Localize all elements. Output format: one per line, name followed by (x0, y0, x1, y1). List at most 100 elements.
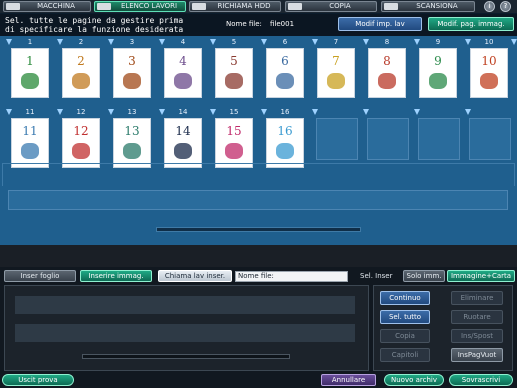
new-archive-button[interactable]: Nuovo archiv (384, 374, 444, 386)
page-number-label: 6 (282, 38, 288, 46)
insert-point-marker-icon[interactable] (414, 109, 420, 115)
page-thumbnail-slot[interactable]: 16 16 (261, 108, 309, 170)
page-thumbnail-panel: 1 1 2 2 3 3 4 4 5 5 6 6 7 7 8 8 9 9 10 10 11 11 12 12 13 13 14 14 1… (0, 36, 517, 245)
insert-point-marker-icon[interactable] (312, 109, 318, 115)
page-thumbnail-slot[interactable]: 10 10 (465, 38, 513, 100)
page-number-label: 3 (129, 38, 135, 46)
info-icon[interactable]: i (484, 1, 495, 12)
page-thumbnail[interactable]: 6 (266, 48, 304, 98)
page-thumbnail-slot[interactable]: 77 (312, 38, 360, 100)
page-number-label: 11 (25, 108, 35, 116)
help-icon[interactable]: ? (500, 1, 511, 12)
page-thumbnail-slot[interactable]: 12 12 (57, 108, 105, 170)
insert-sheet-tab[interactable]: Inser foglio (4, 270, 76, 282)
tab-scan-label: SCANSIONA (416, 2, 458, 10)
page-thumbnail[interactable]: 10 (470, 48, 508, 98)
page-thumbnail-number: 10 (481, 54, 497, 68)
page-thumbnail-slot[interactable]: 99 (414, 38, 462, 100)
page-thumbnail-number: 13 (124, 124, 140, 138)
insert-point-marker-icon[interactable] (465, 109, 471, 115)
image-edit-button[interactable]: Modif. pag. immag. (428, 17, 514, 31)
top-tab-bar: MACCHINA ELENCO LAVORI RICHIAMA HDD COPI… (0, 0, 517, 13)
exit-proof-button[interactable]: Uscit prova (2, 374, 74, 386)
page-thumbnail-number: 8 (383, 54, 391, 68)
insert-file-name-label: Nome file: (238, 272, 274, 280)
select-all-button[interactable]: Sel. tutto (380, 310, 430, 324)
copy-page-button[interactable]: Copia (380, 329, 430, 343)
insert-point-marker-icon[interactable] (363, 109, 369, 115)
tab-recall-hdd[interactable]: RICHIAMA HDD (189, 1, 281, 12)
tab-scan[interactable]: SCANSIONA (381, 1, 475, 12)
page-thumbnail-slot[interactable]: 11 (6, 38, 54, 100)
page-thumbnail-number: 9 (434, 54, 442, 68)
page-thumbnail-slot[interactable]: 13 13 (108, 108, 156, 170)
chapters-button[interactable]: Capitoli (380, 348, 430, 362)
page-thumbnail[interactable]: 15 (215, 118, 253, 168)
page-thumbnail[interactable]: 14 (164, 118, 202, 168)
image-paper-button[interactable]: Immagine+Carta (447, 270, 515, 282)
page-thumbnail[interactable]: 8 (368, 48, 406, 98)
page-thumbnail[interactable]: 11 (11, 118, 49, 168)
page-thumbnail[interactable]: 1 (11, 48, 49, 98)
page-thumbnail-slot[interactable]: 15 15 (210, 108, 258, 170)
cancel-button[interactable]: Annullare (321, 374, 376, 386)
insert-move-button[interactable]: Ins/Spost (451, 329, 503, 343)
page-thumbnail[interactable]: 3 (113, 48, 151, 98)
insert-blank-page-button[interactable]: InsPagVuot (451, 348, 503, 362)
page-scrollbar[interactable] (156, 227, 361, 232)
page-illustration-icon (174, 73, 192, 89)
page-illustration-icon (327, 73, 345, 89)
page-thumbnail-slot[interactable]: 55 (210, 38, 258, 100)
page-number-label: 1 (27, 38, 33, 46)
page-thumbnail[interactable]: 13 (113, 118, 151, 168)
empty-page-slot (316, 118, 358, 160)
page-thumbnail-slot[interactable]: 66 (261, 38, 309, 100)
recall-insert-job-button[interactable]: Chiama lav inser. (158, 270, 232, 282)
page-illustration-icon (174, 143, 192, 159)
page-thumbnail[interactable]: 7 (317, 48, 355, 98)
page-number-label: 9 (435, 38, 441, 46)
insert-point-marker-icon[interactable] (511, 39, 517, 45)
page-number-label: 4 (180, 38, 186, 46)
page-thumbnail[interactable]: 5 (215, 48, 253, 98)
page-illustration-icon (276, 73, 294, 89)
insert-image-tab[interactable]: Inserire immag. (80, 270, 152, 282)
header: Sel. tutte le pagine da gestire prima di… (0, 14, 517, 36)
page-thumbnail-number: 16 (277, 124, 293, 138)
page-illustration-icon (123, 73, 141, 89)
insert-preview-area (4, 285, 369, 371)
page-thumbnail[interactable]: 16 (266, 118, 304, 168)
tab-job-list[interactable]: ELENCO LAVORI (94, 1, 186, 12)
tab-copy[interactable]: COPIA (285, 1, 377, 12)
page-thumbnail[interactable]: 4 (164, 48, 202, 98)
page-thumbnail-number: 1 (26, 54, 34, 68)
only-image-button[interactable]: Solo imm. (403, 270, 445, 282)
page-number-label: 10 (484, 38, 494, 46)
page-thumbnail-slot[interactable]: 11 11 (6, 108, 54, 170)
page-thumbnail-slot[interactable]: 22 (57, 38, 105, 100)
page-thumbnail-slot[interactable]: 88 (363, 38, 411, 100)
page-thumbnail-number: 4 (179, 54, 187, 68)
insert-file-name-field[interactable]: Nome file: (235, 271, 348, 282)
continue-button[interactable]: Continuo (380, 291, 430, 305)
page-number-label: 16 (280, 108, 290, 116)
page-thumbnail[interactable]: 2 (62, 48, 100, 98)
page-thumbnail-slot[interactable]: 14 14 (159, 108, 207, 170)
overwrite-button[interactable]: Sovrascrivi (449, 374, 513, 386)
page-thumbnail-slot[interactable]: 44 (159, 38, 207, 100)
insert-panel: Inser foglio Inserire immag. Chiama lav … (0, 245, 517, 388)
machine-icon (6, 3, 20, 10)
rotate-button[interactable]: Ruotare (451, 310, 503, 324)
preview-scrollbar[interactable] (82, 354, 290, 359)
preview-slot-band-1 (15, 296, 355, 314)
page-thumbnail[interactable]: 12 (62, 118, 100, 168)
empty-page-slot (469, 118, 511, 160)
delete-button[interactable]: Eliminare (451, 291, 503, 305)
tab-machine[interactable]: MACCHINA (3, 1, 91, 12)
job-settings-button[interactable]: Modif imp. lav (338, 17, 422, 31)
page-thumbnail-slot[interactable]: 33 (108, 38, 156, 100)
copy-icon (288, 3, 302, 10)
page-thumbnail-number: 5 (230, 54, 238, 68)
instruction-line-1: Sel. tutte le pagine da gestire prima (5, 16, 184, 25)
page-thumbnail[interactable]: 9 (419, 48, 457, 98)
